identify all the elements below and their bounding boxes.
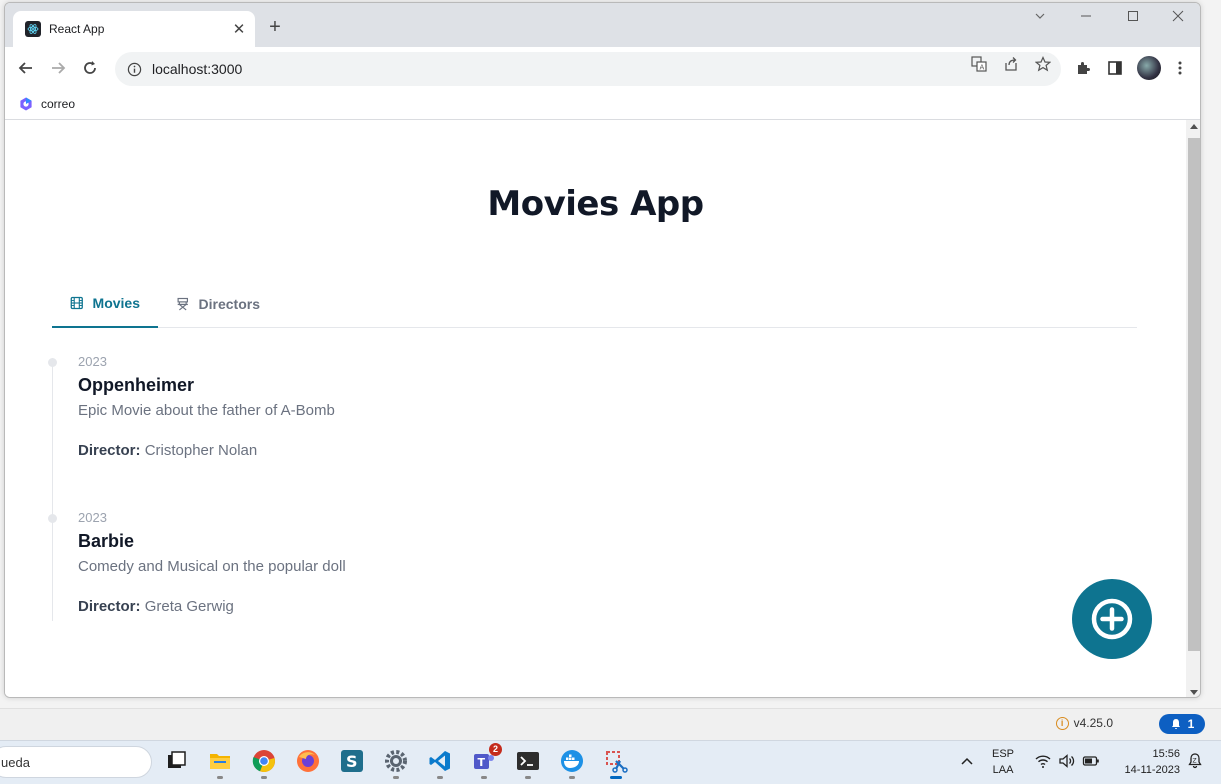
bookmarks-bar: correo [5,89,1200,120]
info-icon: i [1055,716,1069,730]
notifications-button[interactable]: 1 [1159,714,1205,734]
share-icon[interactable] [1003,56,1019,72]
site-info-icon[interactable] [127,62,142,77]
svg-text:Z: Z [1193,758,1197,765]
plus-circle-icon [1091,598,1133,640]
browser-window: React App ✕ + localhost:3000 A correo Mo… [4,2,1201,698]
battery-icon[interactable] [1082,752,1100,770]
movie-description: Epic Movie about the father of A-Bomb [78,402,335,419]
side-panel-icon[interactable] [1105,58,1125,78]
address-url: localhost:3000 [152,61,243,77]
director-name: Cristopher Nolan [144,442,258,459]
tab-movies-label: Movies [92,295,140,311]
wifi-icon[interactable] [1034,752,1052,770]
new-tab-button[interactable]: + [265,17,285,37]
task-view-icon[interactable] [164,749,188,773]
version-indicator[interactable]: i v4.25.0 [1055,716,1113,730]
volume-icon[interactable] [1058,752,1076,770]
language-code: ESP [992,748,1015,760]
add-movie-button[interactable] [1072,579,1152,659]
notification-center-icon[interactable]: Z [1186,752,1204,770]
browser-tab[interactable]: React App ✕ [13,11,255,47]
svg-text:S: S [346,752,358,771]
bookmark-correo[interactable]: correo [41,97,75,111]
chrome-icon[interactable] [252,749,276,779]
close-window-icon[interactable] [1168,9,1188,25]
taskbar-search-text: ueda [1,754,30,770]
input-language-indicator[interactable]: ESP LAA [992,746,1014,778]
chevron-up-icon[interactable] [958,752,976,770]
tab-movies[interactable]: Movies [52,280,158,328]
movie-year: 2023 [78,354,107,369]
clock-date: 14-11-2023 [1124,764,1180,776]
address-bar[interactable]: localhost:3000 [115,52,1061,86]
version-text: v4.25.0 [1073,716,1113,730]
snipping-tool-icon[interactable] [604,749,628,779]
terminal-icon[interactable] [516,749,540,779]
movie-description: Comedy and Musical on the popular doll [78,558,346,575]
scrollbar-thumb[interactable] [1188,138,1200,651]
taskbar-search-input[interactable]: ueda [0,746,152,778]
vscode-icon[interactable] [428,749,452,779]
svg-text:A: A [980,64,985,72]
svg-text:T: T [478,756,486,769]
taskbar: ueda S T 2 ESP LAA 15:56 14-11-2023 Z [0,740,1221,784]
teams-icon[interactable]: T 2 [472,743,502,779]
movie-director: Director: Greta Gerwig [78,598,234,615]
timeline-dot [48,514,57,523]
correo-bookmark-icon [20,97,32,111]
movie-title: Oppenheimer [78,375,195,395]
maximize-icon[interactable] [1123,9,1143,25]
react-icon [25,21,41,37]
reload-icon[interactable] [79,57,101,79]
browser-menu-icon[interactable] [1170,58,1190,78]
keyboard-layout: LAA [992,764,1014,776]
sublime-icon[interactable]: S [340,749,364,773]
extensions-icon[interactable] [1073,58,1093,78]
file-explorer-icon[interactable] [208,749,232,779]
page-viewport: Movies App Movies Directors 2023 Oppenhe… [5,120,1186,697]
movie-timeline: 2023 Oppenheimer Epic Movie about the fa… [48,354,652,621]
firefox-icon[interactable] [296,749,320,773]
teams-badge: 2 [489,743,502,756]
tab-strip: React App ✕ + [5,3,1200,47]
page-title: Movies App [487,184,704,224]
director-label: Director: [78,442,141,459]
forward-arrow-icon[interactable] [47,57,69,79]
timeline-dot [48,358,57,367]
page-scrollbar[interactable] [1186,120,1200,697]
tab-search-icon[interactable] [1030,9,1050,25]
app-tabs: Movies Directors [52,280,1137,328]
translate-icon[interactable]: A [971,56,987,72]
tab-close-icon[interactable]: ✕ [231,20,247,38]
system-clock[interactable]: 15:56 14-11-2023 [1110,746,1180,778]
director-name: Greta Gerwig [144,598,234,615]
clock-time: 15:56 [1152,748,1180,760]
tab-directors[interactable]: Directors [158,280,278,328]
movie-title: Barbie [78,531,135,551]
director-label: Director: [78,598,141,615]
tab-directors-label: Directors [198,296,260,312]
background-status-bar [0,708,1221,740]
film-icon [70,296,83,310]
profile-avatar[interactable] [1137,56,1161,80]
bell-icon [1171,719,1180,729]
browser-toolbar: localhost:3000 A [5,47,1200,89]
notifications-count: 1 [1187,717,1195,731]
tab-title: React App [49,22,105,36]
bookmark-star-icon[interactable] [1034,56,1052,72]
scroll-up-icon[interactable] [1190,124,1198,129]
scroll-down-icon[interactable] [1190,690,1198,695]
settings-gear-icon[interactable] [384,749,408,779]
docker-icon[interactable] [560,749,584,779]
back-arrow-icon[interactable] [15,57,37,79]
movie-director: Director: Cristopher Nolan [78,442,257,459]
movie-year: 2023 [78,510,107,525]
director-chair-icon [177,297,189,311]
minimize-icon[interactable] [1076,9,1096,25]
